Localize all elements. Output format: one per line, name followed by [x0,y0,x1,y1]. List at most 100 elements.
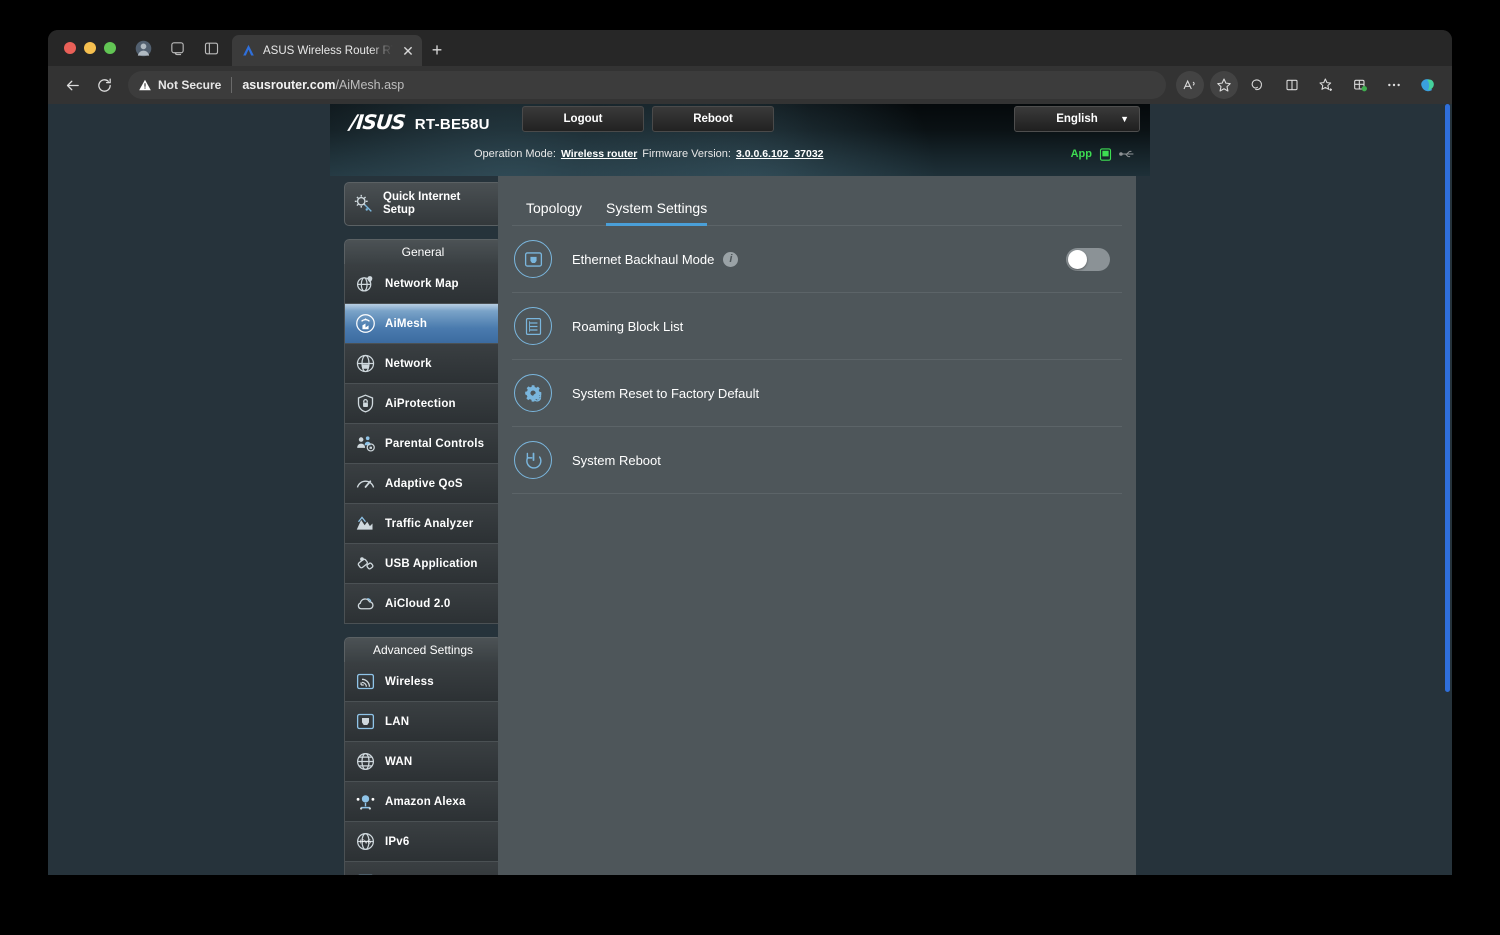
asus-wordmark: /ISUS [348,110,407,134]
row-label: System Reboot [572,452,661,468]
roaming-block-list-icon [514,307,552,345]
sidebar-item-label: AiProtection [385,397,456,410]
browser-window: ASUS Wireless Router RT-BE5 ✕ + Not Secu… [48,30,1452,875]
router-body: Quick Internet Setup General Network Map [330,176,1150,875]
sidebar-item-traffic-analyzer[interactable]: Traffic Analyzer [344,504,502,544]
row-system-reboot[interactable]: System Reboot [512,427,1122,494]
parental-controls-icon [354,433,376,455]
amazon-alexa-icon [354,791,376,813]
sidebar-item-parental-controls[interactable]: Parental Controls [344,424,502,464]
sidebar-item-usb-application[interactable]: USB Application [344,544,502,584]
qis-line2: Setup [383,204,415,216]
tab-topology[interactable]: Topology [526,200,582,225]
app-monitor-icon[interactable] [1098,147,1113,162]
browser-toolbar: Not Secure asusrouter.com/AiMesh.asp [48,66,1452,104]
content-tabs: Topology System Settings [512,176,1122,226]
browser-essentials-icon[interactable] [1346,71,1374,99]
collections-icon[interactable] [1312,71,1340,99]
close-icon[interactable]: ✕ [401,44,415,58]
row-label-wrapper: System Reboot [572,453,661,468]
row-label-wrapper: Roaming Block List [572,319,683,334]
ethernet-backhaul-toggle[interactable] [1066,247,1110,271]
security-status[interactable]: Not Secure [138,78,221,92]
sidebar-item-ipv6[interactable]: IPv6 IPv6 [344,822,502,862]
sidebar-section-header-general: General [344,239,502,264]
close-window-button[interactable] [64,42,76,54]
reload-icon[interactable] [90,71,118,99]
sidebar-item-label: Traffic Analyzer [385,517,474,530]
window-traffic-lights [58,30,124,66]
info-icon[interactable]: i [723,251,739,267]
back-arrow-icon[interactable] [58,71,86,99]
quick-internet-setup-label: Quick Internet Setup [383,191,460,217]
toggle-knob [1068,249,1087,269]
address-bar[interactable]: Not Secure asusrouter.com/AiMesh.asp [128,71,1166,99]
browser-chrome-icons [124,30,232,66]
qos-gauge-icon [354,473,376,495]
firmware-version-value[interactable]: 3.0.0.6.102_37032 [736,148,824,160]
wan-globe-icon [354,751,376,773]
asus-router-ui: /ISUS RT-BE58U Logout Reboot English ▼ O… [330,104,1150,875]
language-selector[interactable]: English ▼ [1014,106,1140,132]
omnibox-divider [231,77,233,93]
more-options-icon[interactable] [1380,71,1408,99]
copilot-icon[interactable] [1244,71,1272,99]
maximize-window-button[interactable] [104,42,116,54]
profile-avatar-icon[interactable] [134,39,152,57]
sidebar-item-wireless[interactable]: Wireless [344,662,502,702]
sidebar-item-adaptive-qos[interactable]: Adaptive QoS [344,464,502,504]
sidebar-item-label: AiCloud 2.0 [385,597,451,610]
vpn-icon [354,871,376,875]
firmware-version-label: Firmware Version: [642,148,731,160]
settings-rows: Ethernet Backhaul Mode i Roaming Block L… [498,226,1136,494]
traffic-analyzer-icon [354,513,376,535]
sidebar-item-vpn[interactable]: VPN [344,862,502,875]
sidebar-item-wan[interactable]: WAN [344,742,502,782]
row-ethernet-backhaul-mode[interactable]: Ethernet Backhaul Mode i [512,226,1122,293]
sidebar-item-aicloud[interactable]: AiCloud 2.0 [344,584,502,624]
page-viewport: /ISUS RT-BE58U Logout Reboot English ▼ O… [48,104,1452,875]
lan-port-icon [354,711,376,733]
sidebar-item-label: USB Application [385,557,478,570]
favorite-star-icon[interactable] [1210,71,1238,99]
ethernet-backhaul-icon [514,240,552,278]
plus-icon[interactable]: + [422,35,452,66]
row-label-wrapper: Ethernet Backhaul Mode i [572,251,739,267]
wireless-icon [354,671,376,693]
sidebar-item-label: AiMesh [385,317,428,330]
asus-logo-icon [243,44,254,56]
warning-triangle-icon [139,79,151,91]
split-screen-icon[interactable] [1278,71,1306,99]
address-bar-url: asusrouter.com/AiMesh.asp [242,78,404,92]
toolbar-actions [1170,71,1442,99]
sidebar-item-network[interactable]: Network [344,344,502,384]
quick-internet-setup-button[interactable]: Quick Internet Setup [344,182,502,226]
sidebar-item-lan[interactable]: LAN [344,702,502,742]
svg-text:IPv6: IPv6 [359,840,371,846]
workspaces-icon[interactable] [168,39,186,57]
sidebar-item-amazon-alexa[interactable]: Amazon Alexa [344,782,502,822]
sidebar-item-network-map[interactable]: Network Map [344,264,502,304]
logout-button[interactable]: Logout [522,106,644,132]
tab-system-settings[interactable]: System Settings [606,200,708,226]
sidebar-item-label: LAN [385,715,410,728]
sidebar-item-label: Wireless [385,675,434,688]
copilot-sidebar-icon[interactable] [1414,71,1442,99]
sidebar-item-label: Network Map [385,277,459,290]
row-system-reset-to-factory-default[interactable]: System Reset to Factory Default [512,360,1122,427]
operation-mode-value[interactable]: Wireless router [561,148,637,160]
sidebar-item-aimesh[interactable]: AiMesh [344,304,502,344]
router-model: RT-BE58U [414,116,490,133]
read-aloud-icon[interactable] [1176,71,1204,99]
row-roaming-block-list[interactable]: Roaming Block List [512,293,1122,360]
usb-icon [1119,150,1134,158]
page-scrollbar[interactable] [1445,104,1450,692]
tab-actions-icon[interactable] [202,39,220,57]
browser-tab[interactable]: ASUS Wireless Router RT-BE5 ✕ [232,35,422,66]
minimize-window-button[interactable] [84,42,96,54]
reboot-button[interactable]: Reboot [652,106,774,132]
router-brand: /ISUS RT-BE58U [348,110,490,134]
chevron-down-icon: ▼ [1120,114,1129,124]
sidebar-item-aiprotection[interactable]: AiProtection [344,384,502,424]
row-label: System Reset to Factory Default [572,385,760,401]
